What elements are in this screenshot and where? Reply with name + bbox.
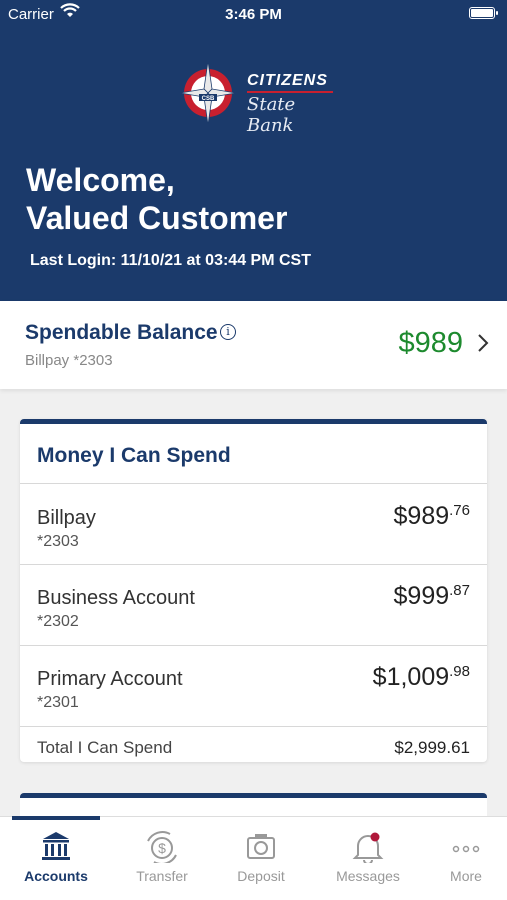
tab-label: More bbox=[450, 868, 482, 884]
logo-citizens-text: CITIZENS bbox=[247, 72, 328, 89]
tab-more[interactable]: More bbox=[416, 817, 507, 900]
camera-icon bbox=[247, 834, 275, 859]
spendable-balance-title: Spendable Balance bbox=[25, 321, 218, 344]
status-time: 3:46 PM bbox=[225, 6, 282, 23]
compass-seal-icon: CSB bbox=[179, 60, 237, 126]
money-i-can-spend-card: Money I Can Spend Billpay *2303 $989.76 … bbox=[20, 419, 487, 762]
info-icon[interactable]: i bbox=[220, 324, 236, 340]
divider bbox=[20, 726, 487, 727]
svg-text:$: $ bbox=[158, 840, 166, 856]
chevron-right-icon bbox=[478, 334, 489, 352]
total-label: Total I Can Spend bbox=[37, 738, 173, 757]
account-balance-cents: .98 bbox=[449, 663, 470, 680]
tab-label: Messages bbox=[336, 868, 400, 884]
tab-messages[interactable]: Messages bbox=[318, 817, 418, 900]
welcome-line-1: Welcome, bbox=[26, 162, 175, 198]
bank-logo: CSB CITIZENS State Bank bbox=[178, 58, 338, 136]
account-balance-cents: .76 bbox=[449, 502, 470, 519]
account-balance: $1,009.98 bbox=[373, 663, 470, 692]
header: Carrier 3:46 PM CSB CITIZENS State Bank … bbox=[0, 0, 507, 301]
welcome-line-2: Valued Customer bbox=[26, 200, 288, 236]
account-balance: $999.87 bbox=[394, 582, 470, 611]
account-row-primary[interactable]: Primary Account *2301 $1,009.98 bbox=[20, 646, 487, 726]
tab-bar: Accounts $ Transfer Deposit Messages Mor… bbox=[0, 816, 507, 900]
seal-lettering: CSB bbox=[202, 96, 215, 102]
tab-label: Deposit bbox=[237, 868, 285, 884]
tab-accounts[interactable]: Accounts bbox=[6, 817, 106, 900]
tab-label: Accounts bbox=[24, 868, 88, 884]
transfer-icon: $ bbox=[147, 831, 177, 863]
account-number: *2303 bbox=[37, 533, 79, 550]
battery-icon bbox=[469, 7, 498, 19]
account-row-billpay[interactable]: Billpay *2303 $989.76 bbox=[20, 484, 487, 564]
last-login-text: Last Login: 11/10/21 at 03:44 PM CST bbox=[30, 252, 311, 269]
bank-icon bbox=[42, 832, 70, 860]
account-name: Business Account bbox=[37, 587, 195, 609]
account-balance-cents: .87 bbox=[449, 582, 470, 599]
spendable-balance-row[interactable]: Spendable Balance i Billpay *2303 $989 bbox=[0, 301, 507, 389]
logo-state-bank-text: State Bank bbox=[247, 94, 296, 136]
total-value: $2,999.61 bbox=[394, 738, 470, 757]
account-balance-dollars: $989 bbox=[393, 502, 450, 530]
account-name: Primary Account bbox=[37, 668, 183, 690]
card-title: Money I Can Spend bbox=[37, 444, 231, 467]
account-number: *2301 bbox=[37, 694, 79, 711]
notification-dot bbox=[370, 832, 380, 842]
status-bar: Carrier 3:46 PM bbox=[0, 0, 507, 30]
logo-divider bbox=[247, 91, 333, 93]
bell-icon bbox=[352, 832, 384, 863]
welcome-heading: Welcome, Valued Customer bbox=[26, 161, 287, 237]
account-row-business[interactable]: Business Account *2302 $999.87 bbox=[20, 565, 487, 645]
account-number: *2302 bbox=[37, 613, 79, 630]
account-balance-dollars: $1,009 bbox=[372, 663, 450, 691]
spendable-account-label: Billpay *2303 bbox=[25, 352, 113, 369]
more-icon bbox=[452, 845, 480, 853]
account-name: Billpay bbox=[37, 507, 96, 529]
account-balance: $989.76 bbox=[394, 502, 470, 531]
tab-label: Transfer bbox=[136, 868, 188, 884]
tab-transfer[interactable]: $ Transfer bbox=[112, 817, 212, 900]
spendable-amount: $989 bbox=[398, 327, 463, 359]
tab-deposit[interactable]: Deposit bbox=[211, 817, 311, 900]
account-balance-dollars: $999 bbox=[393, 582, 450, 610]
